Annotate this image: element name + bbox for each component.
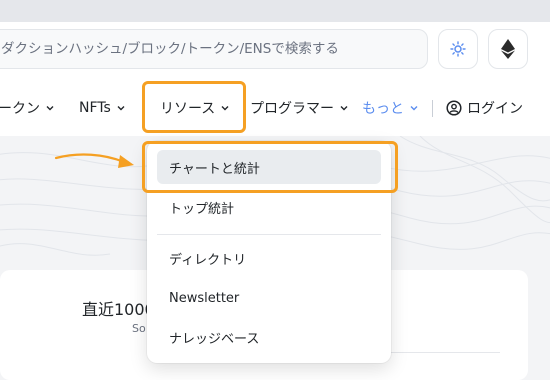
menu-item-label: Newsletter [169,290,240,306]
login-label: ログイン [467,101,523,117]
stats-card-title: 直近1000 [82,300,155,319]
nav-nfts[interactable]: NFTs [79,80,126,136]
menu-item-directory[interactable]: ディレクトリ [157,241,381,275]
menu-item-label: ディレクトリ [169,252,247,268]
arrow-icon [54,153,134,168]
nav-developers-label: プログラマー [250,101,334,117]
menu-item-top-stats[interactable]: トップ統計 [157,190,381,224]
menu-item-newsletter[interactable]: Newsletter [157,281,381,315]
menu-item-knowledge-base[interactable]: ナレッジベース [157,320,381,354]
window-top-strip [0,0,550,22]
nav-tokens[interactable]: ークン [0,80,55,136]
theme-toggle-button[interactable] [438,29,478,69]
nav-tokens-label: ークン [0,101,40,117]
ethereum-icon [501,39,515,59]
search-bar-row [0,22,550,81]
nav-more[interactable]: もっと [362,80,419,136]
sun-icon [450,41,466,57]
browser-frame: ークン NFTs リソース プログラマー もっと ログイン [0,0,550,380]
menu-item-label: ナレッジベース [169,331,260,347]
menu-divider [157,234,381,235]
nav-nfts-label: NFTs [79,100,111,116]
stats-card-subtitle: So [132,322,146,335]
menu-item-label: トップ統計 [169,201,235,217]
resources-highlight-box [142,81,246,133]
network-switch-button[interactable] [488,29,528,69]
main-navigation: ークン NFTs リソース プログラマー もっと ログイン [0,80,550,136]
nav-developers[interactable]: プログラマー [250,80,349,136]
nav-more-label: もっと [362,101,404,117]
login-link[interactable]: ログイン [446,80,523,136]
chevron-down-icon [117,106,125,111]
user-circle-icon [446,100,462,116]
chevron-down-icon [410,106,418,111]
chevron-down-icon [340,106,348,111]
charts-stats-highlight-box [142,141,398,193]
search-input[interactable] [1,30,421,68]
chevron-down-icon [46,106,54,111]
nav-divider [432,100,433,117]
search-box[interactable] [0,29,428,69]
